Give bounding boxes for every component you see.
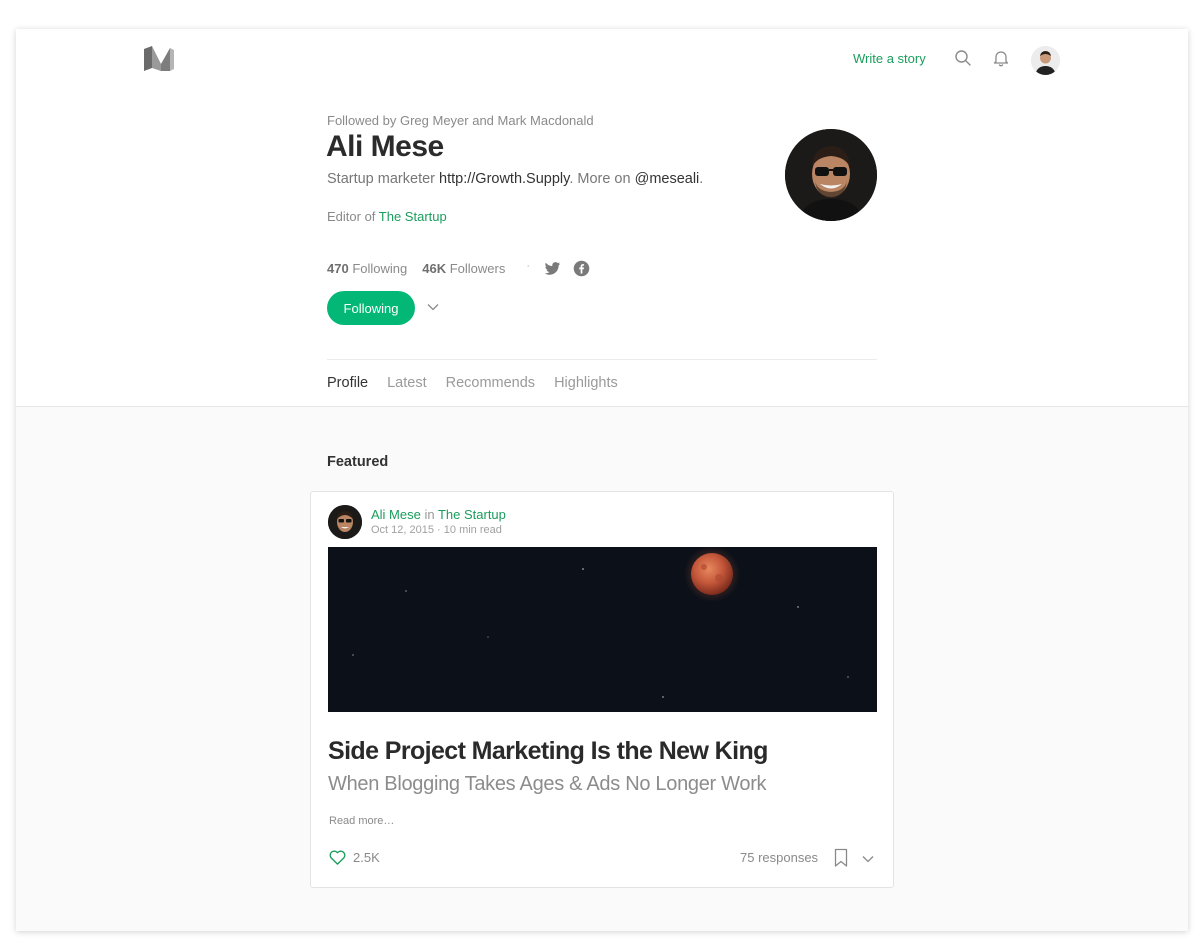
story-title[interactable]: Side Project Marketing Is the New King bbox=[328, 737, 768, 766]
chevron-down-icon[interactable] bbox=[426, 300, 440, 314]
followers-count[interactable]: 46K Followers bbox=[422, 261, 505, 276]
featured-story-card: Ali Mese in The Startup Oct 12, 2015 · 1… bbox=[310, 491, 894, 888]
editor-prefix: Editor of bbox=[327, 209, 379, 224]
stats-separator: · bbox=[526, 259, 531, 272]
author-avatar[interactable] bbox=[328, 505, 362, 539]
followed-by-text: Followed by Greg Meyer and Mark Macdonal… bbox=[327, 113, 594, 128]
profile-stats: 470 Following 46K Followers · bbox=[327, 260, 602, 277]
meta-separator: · bbox=[434, 524, 444, 536]
write-story-link[interactable]: Write a story bbox=[853, 51, 926, 66]
profile-name: Ali Mese bbox=[326, 130, 444, 163]
profile-header-area: Write a story Followed by Greg Meyer and… bbox=[16, 29, 1188, 407]
bio-website-link[interactable]: http://Growth.Supply bbox=[439, 171, 569, 187]
read-time: 10 min read bbox=[443, 524, 502, 536]
bio-prefix: Startup marketer bbox=[327, 171, 440, 187]
byline-in: in bbox=[420, 507, 438, 522]
publication-link[interactable]: The Startup bbox=[438, 507, 506, 522]
bio-twitter-handle[interactable]: @meseali bbox=[635, 171, 700, 187]
tab-profile[interactable]: Profile bbox=[327, 375, 368, 391]
story-byline: Ali Mese in The Startup bbox=[371, 507, 506, 522]
medium-logo-icon[interactable] bbox=[144, 46, 174, 71]
tab-latest[interactable]: Latest bbox=[387, 375, 427, 391]
chevron-down-icon[interactable] bbox=[861, 852, 875, 866]
tab-highlights[interactable]: Highlights bbox=[554, 375, 618, 391]
tabs-divider bbox=[327, 359, 877, 360]
search-icon[interactable] bbox=[954, 49, 972, 67]
responses-link[interactable]: 75 responses bbox=[740, 850, 818, 865]
bio-suffix: . bbox=[699, 171, 704, 187]
heart-icon[interactable] bbox=[328, 848, 347, 867]
browser-frame: Write a story Followed by Greg Meyer and… bbox=[16, 29, 1188, 931]
likes-count: 2.5K bbox=[353, 850, 380, 865]
featured-heading: Featured bbox=[327, 454, 389, 470]
bell-icon[interactable] bbox=[992, 49, 1010, 67]
following-button[interactable]: Following bbox=[327, 291, 415, 325]
following-count[interactable]: 470 Following bbox=[327, 261, 407, 276]
story-date: Oct 12, 2015 bbox=[371, 524, 434, 536]
profile-avatar bbox=[785, 129, 877, 221]
user-avatar[interactable] bbox=[1031, 46, 1060, 75]
facebook-icon[interactable] bbox=[573, 260, 590, 277]
editor-of: Editor of The Startup bbox=[327, 209, 447, 224]
bio-middle: . More on bbox=[569, 171, 635, 187]
tab-recommends[interactable]: Recommends bbox=[446, 375, 535, 391]
bookmark-icon[interactable] bbox=[833, 848, 849, 868]
story-likes: 2.5K bbox=[328, 848, 380, 867]
story-hero-image[interactable] bbox=[328, 547, 877, 712]
story-meta: Oct 12, 2015 · 10 min read bbox=[371, 524, 502, 536]
profile-bio: Startup marketer http://Growth.Supply. M… bbox=[327, 171, 703, 187]
author-link[interactable]: Ali Mese bbox=[371, 507, 421, 522]
profile-tabs: Profile Latest Recommends Highlights bbox=[327, 375, 637, 391]
story-subtitle: When Blogging Takes Ages & Ads No Longer… bbox=[328, 773, 767, 795]
read-more-link[interactable]: Read more… bbox=[329, 815, 394, 827]
editor-publication-link[interactable]: The Startup bbox=[379, 209, 447, 224]
twitter-icon[interactable] bbox=[544, 260, 561, 277]
